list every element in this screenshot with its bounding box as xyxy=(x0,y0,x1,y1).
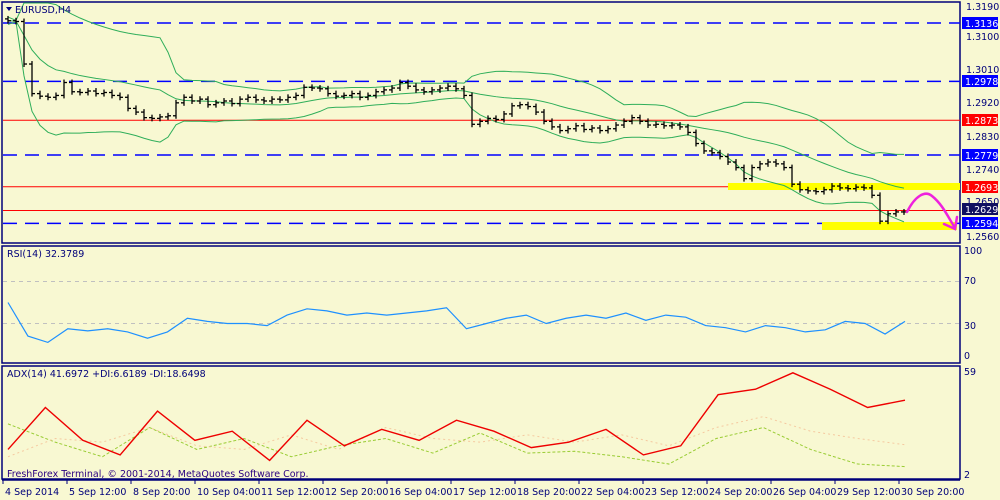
time-label: 4 Sep 2014 xyxy=(5,487,59,498)
chart-background xyxy=(0,0,1000,500)
price-tick: 1.2830 xyxy=(966,132,999,143)
time-label: 22 Sep 04:00 xyxy=(581,487,644,498)
time-label: 10 Sep 04:00 xyxy=(197,487,260,498)
rsi-label: RSI(14) 32.3789 xyxy=(7,249,84,260)
time-label: 17 Sep 12:00 xyxy=(453,487,516,498)
level-badge-text: 1.2978 xyxy=(965,77,998,88)
price-tick: 1.2740 xyxy=(966,165,999,176)
time-label: 11 Sep 12:00 xyxy=(261,487,324,498)
support-highlight xyxy=(822,222,957,230)
level-badge-text: 1.2594 xyxy=(965,219,998,230)
adx-tick: 2 xyxy=(964,470,970,481)
time-label: 8 Sep 20:00 xyxy=(133,487,190,498)
level-badge-text: 1.2873 xyxy=(965,116,998,127)
time-label: 18 Sep 20:00 xyxy=(517,487,580,498)
level-badge-text: 1.2693 xyxy=(965,183,998,194)
resistance-highlight xyxy=(728,183,960,190)
level-badge-text: 1.3136 xyxy=(965,19,998,30)
time-label: 16 Sep 04:00 xyxy=(389,487,452,498)
adx-tick: 59 xyxy=(964,367,976,378)
time-label: 23 Sep 12:00 xyxy=(645,487,708,498)
time-label: 12 Sep 20:00 xyxy=(325,487,388,498)
time-label: 29 Sep 12:00 xyxy=(837,487,900,498)
price-tick: 1.3010 xyxy=(966,65,999,76)
rsi-tick: 100 xyxy=(964,246,982,257)
time-label: 26 Sep 04:00 xyxy=(773,487,836,498)
symbol-label: EURUSD,H4 xyxy=(15,5,71,16)
price-tick: 1.3190 xyxy=(966,2,999,13)
level-badge-text: 1.2779 xyxy=(965,151,998,162)
time-label: 24 Sep 20:00 xyxy=(709,487,772,498)
rsi-tick: 70 xyxy=(964,276,976,287)
time-label: 30 Sep 20:00 xyxy=(901,487,964,498)
trading-chart[interactable]: EURUSD,H4 RSI(14) 32.3789 ADX(14) 41.697… xyxy=(0,0,1000,500)
price-tick: 1.2920 xyxy=(966,98,999,109)
copyright-text: FreshForex Terminal, © 2001-2014, MetaQu… xyxy=(7,469,309,480)
level-badge-text: 1.2629 xyxy=(965,205,998,216)
rsi-tick: 30 xyxy=(964,321,976,332)
price-tick: 1.3100 xyxy=(966,32,999,43)
rsi-tick: 0 xyxy=(964,351,970,362)
price-tick: 1.2560 xyxy=(966,232,999,243)
time-label: 5 Sep 12:00 xyxy=(69,487,126,498)
adx-label: ADX(14) 41.6972 +DI:6.6189 -DI:18.6498 xyxy=(7,369,206,380)
